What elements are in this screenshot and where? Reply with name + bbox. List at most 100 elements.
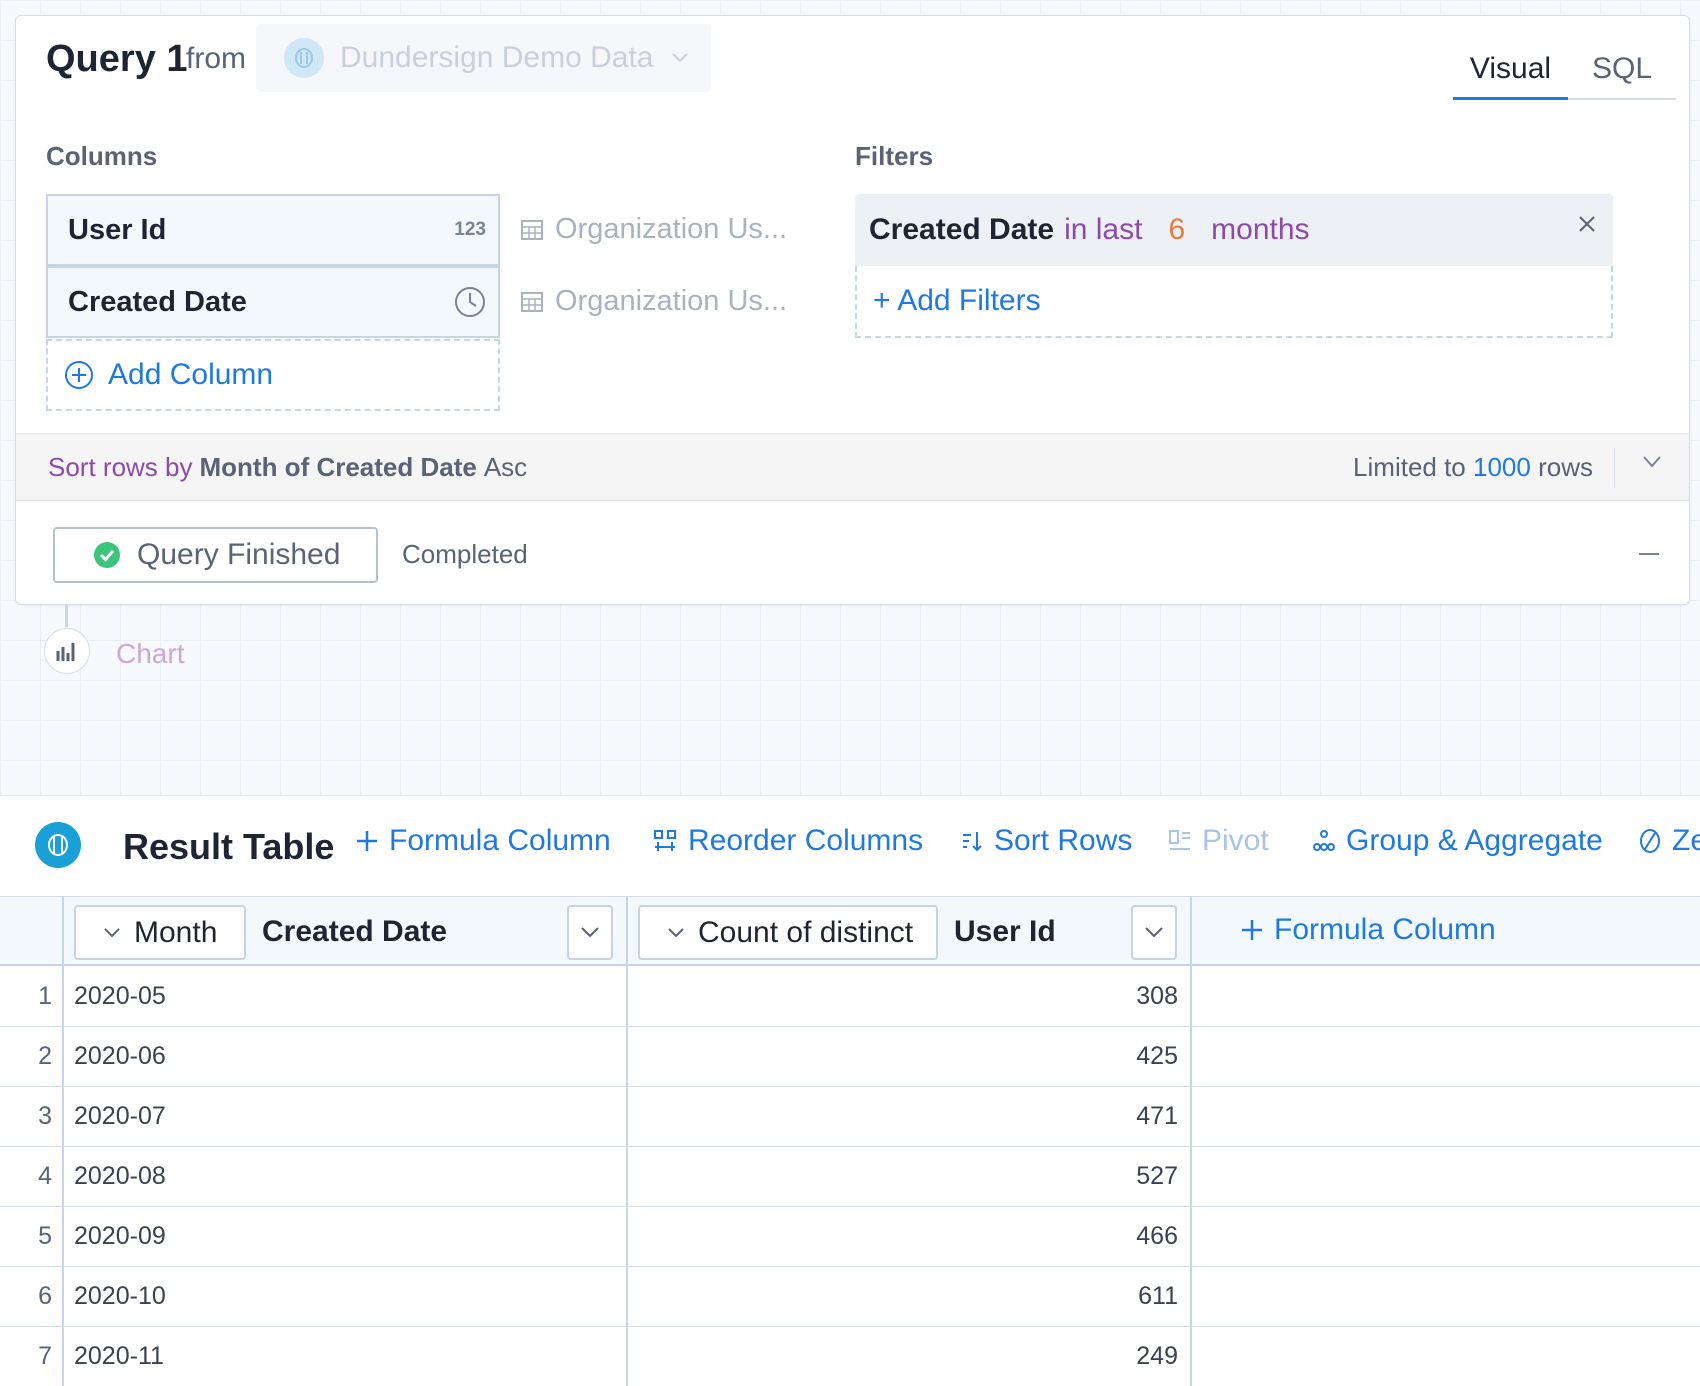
chevron-down-icon xyxy=(668,927,684,937)
tool-label: Sort Rows xyxy=(994,824,1133,857)
group-aggregate-button[interactable]: Group & Aggregate xyxy=(1312,824,1603,858)
cell-month[interactable]: 2020-07 xyxy=(74,1102,166,1131)
divider xyxy=(1614,448,1615,488)
row-number: 5 xyxy=(38,1222,52,1250)
cell-count[interactable]: 466 xyxy=(1136,1222,1178,1251)
aggregation-label: Month xyxy=(134,915,218,949)
query-title[interactable]: Query 1 xyxy=(46,38,188,81)
bar-chart-icon xyxy=(56,643,75,661)
add-column-label: Add Column xyxy=(108,358,274,391)
row-number: 4 xyxy=(38,1162,52,1190)
column-menu-button[interactable] xyxy=(1131,905,1177,960)
limit-value[interactable]: 1000 xyxy=(1473,452,1531,482)
cell-month[interactable]: 2020-11 xyxy=(74,1342,164,1371)
filters-label: Filters xyxy=(855,141,934,171)
reorder-icon xyxy=(654,830,676,851)
tool-label: Group & Aggregate xyxy=(1346,824,1603,857)
table-row[interactable]: 5 2020-09 466 xyxy=(0,1207,1700,1267)
group-icon xyxy=(1313,830,1335,851)
aggregation-select-count[interactable]: Count of distinct xyxy=(638,905,938,960)
query-status-button[interactable]: Query Finished xyxy=(53,527,378,583)
table-row[interactable]: 6 2020-10 611 xyxy=(0,1267,1700,1327)
view-tabs: Visual SQL xyxy=(1453,38,1676,100)
chevron-down-icon xyxy=(104,927,120,937)
source-label: Dundersign Demo Data xyxy=(340,41,654,74)
chevron-down-icon xyxy=(581,927,599,938)
tab-visual[interactable]: Visual xyxy=(1453,38,1568,100)
filter-value[interactable]: 6 xyxy=(1168,213,1185,247)
column-menu-button[interactable] xyxy=(567,905,613,960)
sort-bar[interactable]: Sort rows by Month of Created Date Asc L… xyxy=(16,433,1689,501)
collapse-icon[interactable] xyxy=(1639,553,1659,555)
cell-count[interactable]: 527 xyxy=(1136,1162,1178,1191)
sort-prefix: Sort rows by xyxy=(48,451,193,482)
cell-month[interactable]: 2020-06 xyxy=(74,1042,166,1071)
add-filters-button[interactable]: + Add Filters xyxy=(855,266,1613,338)
column-source-label: Organization Us... xyxy=(555,285,788,317)
close-icon[interactable] xyxy=(1577,214,1597,234)
column-divider xyxy=(1190,896,1192,1386)
check-circle-icon xyxy=(94,542,120,568)
sort-field[interactable]: Month of Created Date xyxy=(200,452,477,483)
aggregation-label: Count of distinct xyxy=(698,915,914,949)
plus-icon xyxy=(357,831,377,851)
sort-rows-button[interactable]: Sort Rows xyxy=(960,824,1132,858)
tool-label: Ze xyxy=(1672,824,1700,857)
result-table-panel: Result Table Formula Column Reorder Colu… xyxy=(0,795,1700,1386)
result-table-title: Result Table xyxy=(123,826,335,867)
cell-month[interactable]: 2020-08 xyxy=(74,1162,166,1191)
clock-icon xyxy=(455,287,485,317)
limit-prefix: Limited to xyxy=(1353,451,1466,482)
chart-node[interactable] xyxy=(44,628,90,674)
cell-count[interactable]: 611 xyxy=(1138,1282,1178,1311)
zero-fill-button[interactable]: Ze xyxy=(1638,824,1700,858)
chart-label[interactable]: Chart xyxy=(116,638,184,670)
filter-unit[interactable]: months xyxy=(1211,213,1309,247)
cell-month[interactable]: 2020-10 xyxy=(74,1282,166,1311)
table-row[interactable]: 3 2020-07 471 xyxy=(0,1087,1700,1147)
table-row[interactable]: 4 2020-08 527 xyxy=(0,1147,1700,1207)
column-created-date[interactable]: Created Date xyxy=(46,266,500,338)
tool-label: Pivot xyxy=(1202,824,1269,857)
formula-column-button[interactable]: Formula Column xyxy=(355,824,611,858)
source-select[interactable]: Dundersign Demo Data xyxy=(256,24,711,92)
table-row[interactable]: 7 2020-11 249 xyxy=(0,1327,1700,1386)
table-row[interactable]: 2 2020-06 425 xyxy=(0,1027,1700,1087)
add-column-label: Formula Column xyxy=(1274,913,1496,946)
aggregation-select-month[interactable]: Month xyxy=(74,905,246,960)
reorder-columns-button[interactable]: Reorder Columns xyxy=(652,824,923,858)
query-from-label: from xyxy=(186,42,246,75)
column-header-name: User Id xyxy=(954,915,1056,948)
tab-sql[interactable]: SQL xyxy=(1568,38,1676,100)
cell-month[interactable]: 2020-05 xyxy=(74,982,166,1011)
cell-count[interactable]: 471 xyxy=(1136,1102,1178,1131)
cell-count[interactable]: 425 xyxy=(1136,1042,1178,1071)
filter-operator[interactable]: in last xyxy=(1064,213,1142,247)
add-formula-column-button[interactable]: Formula Column xyxy=(1240,913,1496,947)
table-row[interactable]: 1 2020-05 308 xyxy=(0,967,1700,1027)
cell-count[interactable]: 249 xyxy=(1136,1342,1178,1371)
column-divider xyxy=(62,896,64,1386)
tool-label: Formula Column xyxy=(389,824,611,857)
row-number: 3 xyxy=(38,1102,52,1130)
column-name: User Id xyxy=(68,213,167,246)
sort-icon xyxy=(963,832,982,852)
grid-header: Month Created Date Count of distinct Use… xyxy=(0,896,1700,966)
column-user-id[interactable]: User Id 123 xyxy=(46,194,500,266)
chevron-down-icon[interactable] xyxy=(1643,456,1661,468)
status-label: Query Finished xyxy=(137,538,341,571)
query-card: Query 1 from Dundersign Demo Data Visual… xyxy=(15,15,1690,605)
limit-suffix: rows xyxy=(1538,451,1593,482)
cell-month[interactable]: 2020-09 xyxy=(74,1222,166,1251)
table-icon xyxy=(521,291,543,312)
filter-chip[interactable]: Created Date in last 6 months xyxy=(855,194,1613,266)
row-number: 6 xyxy=(38,1282,52,1310)
sort-direction[interactable]: Asc xyxy=(484,452,527,483)
add-column-button[interactable]: Add Column xyxy=(46,339,500,411)
row-limit[interactable]: Limited to 1000 rows xyxy=(1353,452,1593,483)
cell-count[interactable]: 308 xyxy=(1136,982,1178,1011)
column-header-name: Created Date xyxy=(262,915,448,948)
connector-line xyxy=(65,605,68,627)
pivot-button[interactable]: Pivot xyxy=(1168,824,1269,858)
chevron-down-icon xyxy=(1145,927,1163,938)
